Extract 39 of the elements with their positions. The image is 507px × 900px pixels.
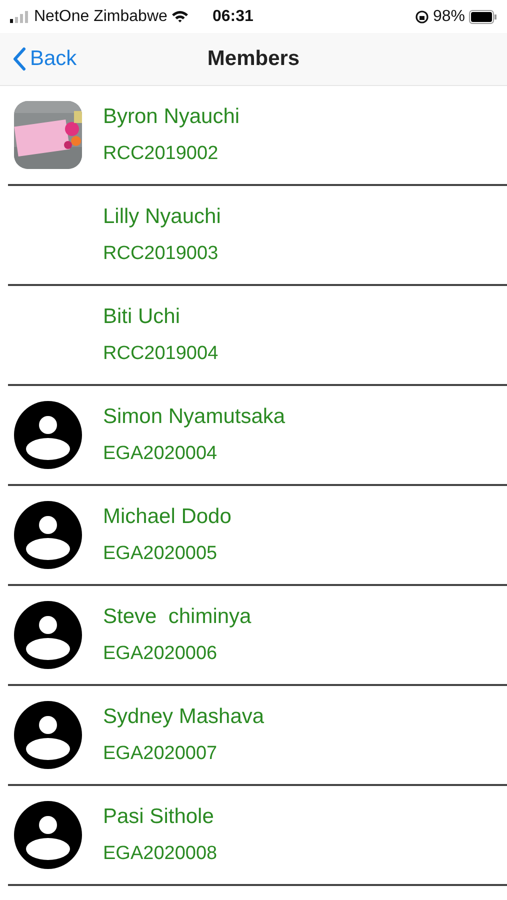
avatar-icon bbox=[14, 501, 82, 569]
member-row[interactable]: Byron Nyauchi RCC2019002 bbox=[8, 86, 507, 186]
rotation-lock-icon bbox=[414, 10, 429, 24]
back-button[interactable]: Back bbox=[0, 46, 83, 72]
member-code: EGA2020007 bbox=[103, 743, 218, 765]
member-code: RCC2019002 bbox=[103, 143, 220, 165]
wifi-icon bbox=[171, 10, 190, 23]
member-name: Sydney Mashava bbox=[103, 705, 264, 729]
member-name: Michael Dodo bbox=[103, 505, 232, 529]
member-code: RCC2019004 bbox=[103, 343, 218, 365]
member-code: RCC2019003 bbox=[103, 243, 220, 265]
battery-percent: 98% bbox=[432, 8, 465, 26]
member-name: Simon Nyamutsaka bbox=[103, 405, 286, 429]
member-row[interactable]: Sydney Mashava EGA2020007 bbox=[8, 686, 507, 786]
avatar-icon bbox=[14, 401, 82, 469]
member-row[interactable]: Steve chiminya EGA2020006 bbox=[8, 586, 507, 686]
avatar-icon bbox=[14, 601, 82, 669]
chevron-icon bbox=[12, 47, 26, 71]
member-name: Steve chiminya bbox=[103, 605, 252, 629]
screen-title: Members bbox=[207, 47, 300, 70]
member-row[interactable]: Lilly Nyauchi RCC2019003 bbox=[8, 186, 507, 286]
clock-time: 06:31 bbox=[212, 8, 254, 26]
member-code: EGA2020005 bbox=[103, 543, 218, 565]
member-code: EGA2020004 bbox=[103, 443, 218, 465]
avatar-icon bbox=[14, 801, 82, 869]
carrier-name: NetOne Zimbabwe bbox=[34, 8, 168, 26]
signal-icon bbox=[10, 10, 30, 22]
member-row[interactable]: Michael Dodo EGA2020005 bbox=[8, 486, 507, 586]
member-row[interactable]: Biti Uchi RCC2019004 bbox=[8, 286, 507, 386]
member-name: Lilly Nyauchi bbox=[103, 205, 221, 229]
member-name: Byron Nyauchi bbox=[103, 105, 240, 129]
member-code: EGA2020008 bbox=[103, 843, 218, 865]
member-name: Pasi Sithole bbox=[103, 805, 215, 829]
member-name: Biti Uchi bbox=[103, 305, 182, 329]
avatar-icon bbox=[14, 701, 82, 769]
battery-icon bbox=[469, 10, 497, 24]
member-row[interactable]: Simon Nyamutsaka EGA2020004 bbox=[8, 386, 507, 486]
member-code: EGA2020006 bbox=[103, 643, 218, 665]
member-row[interactable]: Pasi Sithole EGA2020008 bbox=[8, 786, 507, 886]
